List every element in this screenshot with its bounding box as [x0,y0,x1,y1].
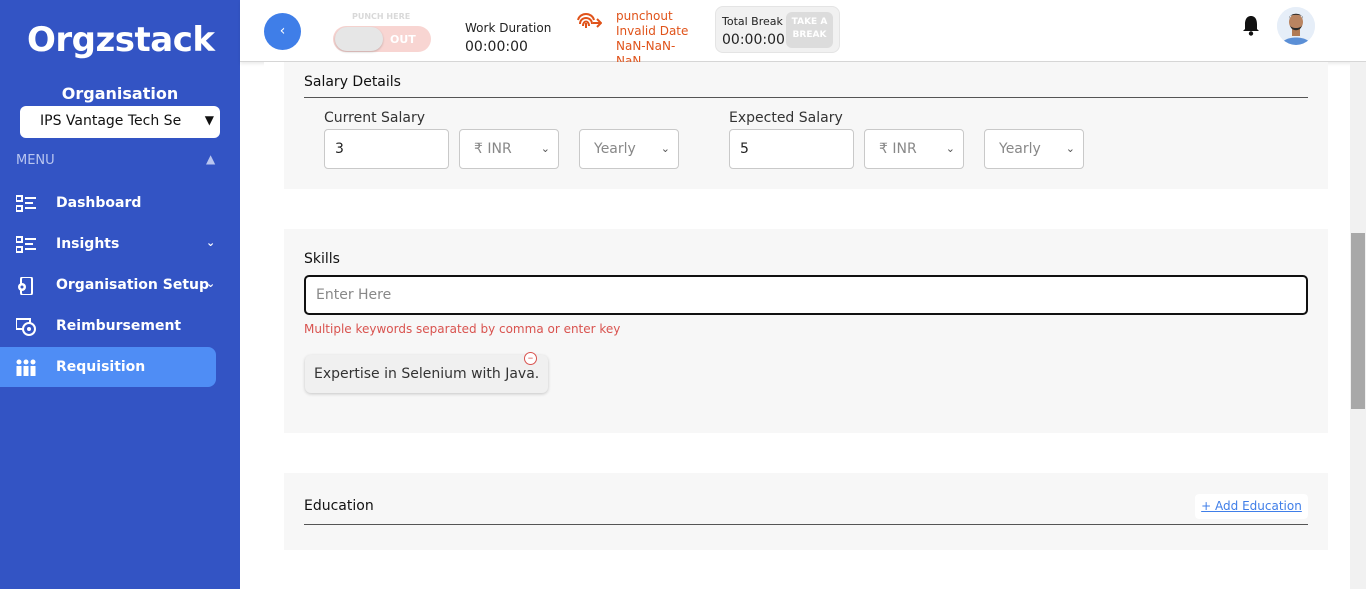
sidebar-item-organisation-setup[interactable]: Organisation Setup ⌄ [0,265,216,305]
select-value: Yearly [999,141,1041,157]
punch-status-line: NaN-NaN- [616,39,676,53]
money-refund-icon [16,318,36,336]
work-duration-label: Work Duration [465,21,552,35]
sidebar-item-dashboard[interactable]: Dashboard [0,183,216,223]
organisation-select-value: IPS Vantage Tech Se [40,113,182,129]
chevron-down-icon: ⌄ [206,236,216,249]
organisation-select[interactable]: IPS Vantage Tech Se ▼ [20,106,220,138]
sidebar-item-reimbursement[interactable]: Reimbursement [0,306,216,346]
current-currency-select[interactable]: ₹ INR ⌄ [459,129,559,169]
current-salary-input[interactable]: 3 [324,129,449,169]
work-duration-value: 00:00:00 [465,39,528,55]
education-card [284,473,1328,550]
select-value: ₹ INR [474,141,512,157]
current-period-select[interactable]: Yearly ⌄ [579,129,679,169]
take-break-button[interactable]: TAKE A BREAK [786,12,833,48]
expected-currency-select[interactable]: ₹ INR ⌄ [864,129,964,169]
total-break-value: 00:00:00 [722,32,785,48]
section-divider [304,524,1308,525]
total-break-panel: Total Break 00:00:00 TAKE A BREAK [715,6,840,53]
remove-circle-icon[interactable]: – [524,352,537,365]
chevron-up-icon[interactable]: ▲ [206,152,215,166]
sidebar: Orgzstack Organisation IPS Vantage Tech … [0,0,240,589]
fingerprint-icon [577,13,602,28]
toggle-knob [335,27,383,51]
organisation-label: Organisation [61,84,179,103]
list-icon [16,236,36,253]
salary-details-title: Salary Details [304,74,401,90]
expected-salary-label: Expected Salary [729,110,843,126]
chevron-down-icon: ⌄ [1065,142,1075,155]
skills-hint: Multiple keywords separated by comma or … [304,322,621,336]
chevron-down-icon: ⌄ [540,142,550,155]
back-button[interactable]: ‹ [264,13,301,50]
device-settings-icon [18,277,33,295]
punch-status: punchout Invalid Date NaN-NaN- NaN [616,9,696,69]
sidebar-item-label: Reimbursement [56,318,182,334]
list-icon [16,195,36,212]
sidebar-item-label: Insights [56,236,120,252]
top-header: ‹ PUNCH HERE OUT Work Duration 00:00:00 … [240,0,1366,68]
chevron-down-icon: ⌄ [206,277,216,290]
scrollbar-thumb[interactable] [1351,233,1365,409]
add-education-button[interactable]: + Add Education [1195,494,1308,519]
sidebar-item-label: Requisition [56,359,146,375]
select-value: Yearly [594,141,636,157]
skill-chip: Expertise in Selenium with Java. [305,355,549,393]
sidebar-item-label: Organisation Setup [56,277,210,293]
app-logo[interactable]: Orgzstack [27,20,215,60]
current-salary-label: Current Salary [324,110,426,126]
chevron-down-icon: ⌄ [945,142,955,155]
select-value: ₹ INR [879,141,917,157]
skills-title: Skills [304,251,340,267]
punch-state-label: OUT [390,33,416,46]
chevron-down-icon: ▼ [201,113,214,127]
education-title: Education [304,498,374,514]
punch-status-line: Invalid Date [616,24,689,38]
user-photo-icon [1277,7,1315,45]
section-divider [304,97,1308,98]
avatar[interactable] [1277,7,1315,45]
expected-salary-input[interactable]: 5 [729,129,854,169]
sidebar-item-requisition[interactable]: Requisition [0,347,216,387]
menu-label: MENU [16,153,55,168]
sidebar-item-label: Dashboard [56,195,142,211]
skills-input[interactable]: Enter Here [304,275,1308,315]
people-group-icon [16,359,36,376]
chevron-down-icon: ⌄ [660,142,670,155]
chevron-left-icon: ‹ [279,23,286,39]
punch-here-label: PUNCH HERE [352,12,411,21]
sidebar-item-insights[interactable]: Insights ⌄ [0,224,216,264]
punch-status-line: punchout [616,9,673,23]
punch-toggle[interactable]: OUT [333,26,431,52]
bell-icon[interactable] [1242,14,1260,36]
expected-period-select[interactable]: Yearly ⌄ [984,129,1084,169]
total-break-label: Total Break [722,15,783,28]
